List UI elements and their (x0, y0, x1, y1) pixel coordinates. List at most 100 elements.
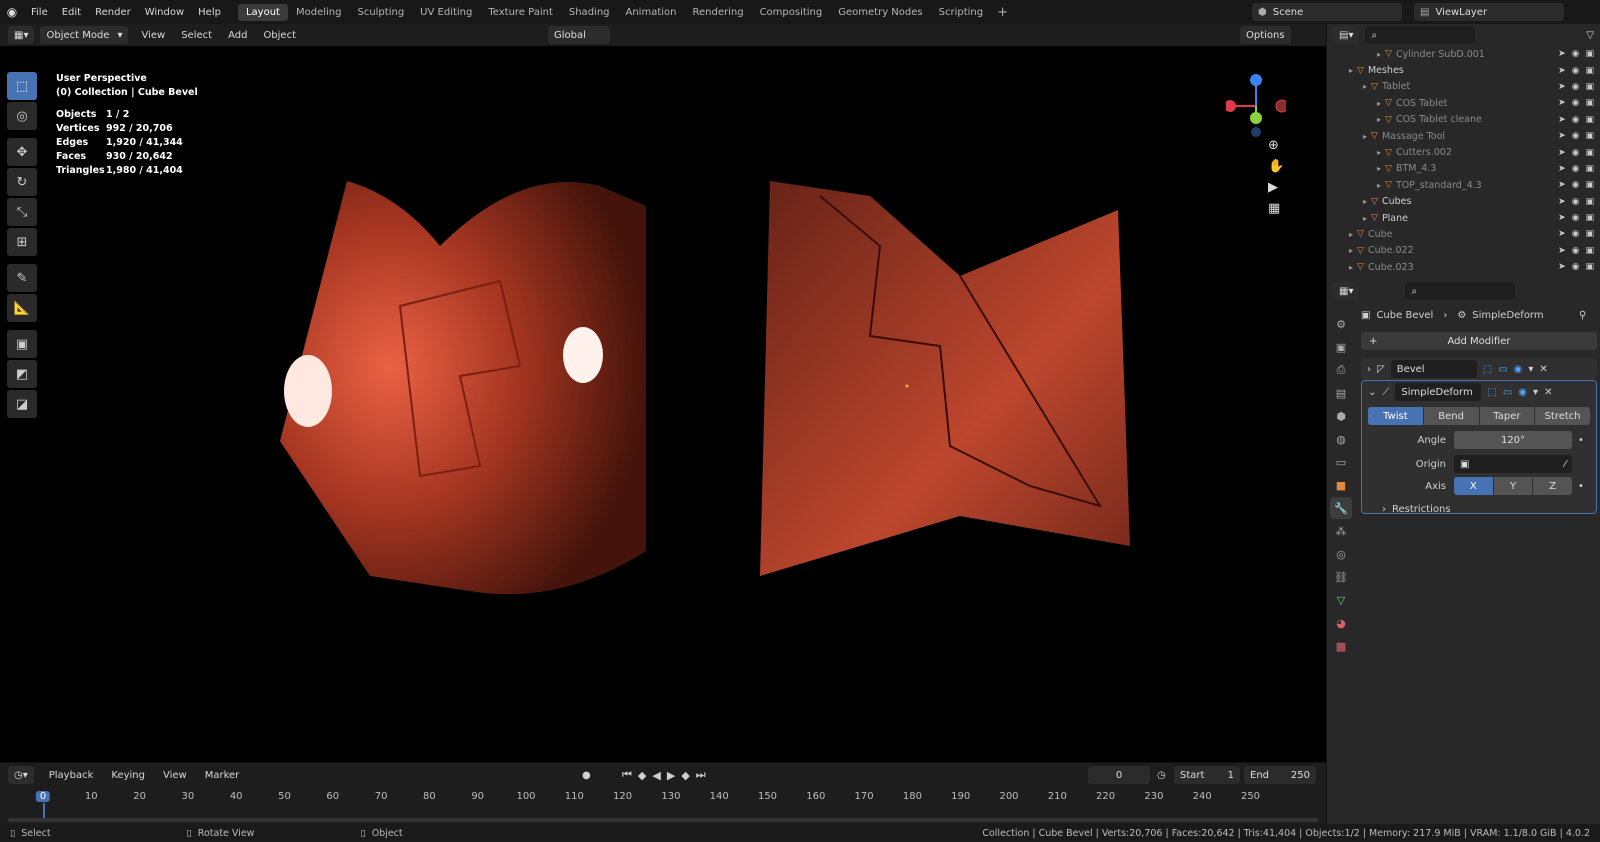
camera-icon[interactable]: ▣ (1585, 246, 1594, 256)
outliner-item[interactable]: ▸ ▽ TOP_standard_4.3 ➤ ◉ ▣ (1327, 177, 1600, 193)
scale-tool-icon[interactable]: ⤡ (7, 198, 37, 226)
annotate-tool-icon[interactable]: ✎ (7, 264, 37, 292)
axis-z[interactable]: Z (1533, 477, 1573, 495)
world-tab-icon[interactable]: ◍ (1330, 428, 1352, 450)
outliner-item[interactable]: ▸ ▽ Cylinder SubD.001 ➤ ◉ ▣ (1327, 46, 1600, 62)
camera-icon[interactable]: ▣ (1585, 262, 1594, 272)
deform-mode-twist[interactable]: Twist (1368, 407, 1423, 425)
view-layer-selector[interactable]: ▤ ViewLayer (1414, 3, 1564, 21)
tab-shading[interactable]: Shading (561, 4, 618, 21)
viewport-menu-add[interactable]: Add (221, 30, 254, 41)
axis-x[interactable]: X (1454, 477, 1493, 495)
outliner-item[interactable]: ▸ ▽ Cube.023 ➤ ◉ ▣ (1327, 259, 1600, 275)
bevel-name-field[interactable]: Bevel (1390, 360, 1477, 378)
select-toggle-icon[interactable]: ➤ (1558, 98, 1566, 108)
zoom-icon[interactable]: ⊕ (1268, 138, 1284, 153)
cursor-tool-icon[interactable]: ◎ (7, 102, 37, 130)
disclosure-triangle-icon[interactable]: ▸ (1377, 50, 1381, 59)
rect-tool-icon[interactable]: ◪ (7, 390, 37, 418)
move-tool-icon[interactable]: ✥ (7, 138, 37, 166)
select-toggle-icon[interactable]: ➤ (1558, 148, 1566, 158)
camera-icon[interactable]: ▣ (1585, 82, 1594, 92)
select-toggle-icon[interactable]: ➤ (1558, 213, 1566, 223)
particles-tab-icon[interactable]: ⁂ (1330, 520, 1352, 542)
camera-icon[interactable]: ▣ (1585, 197, 1594, 207)
select-toggle-icon[interactable]: ➤ (1558, 180, 1566, 190)
collection-tab-icon[interactable]: ▭ (1330, 451, 1352, 473)
grid-icon[interactable]: ▦ (1268, 201, 1284, 216)
disclosure-triangle-icon[interactable]: ▸ (1377, 99, 1381, 108)
close-icon[interactable]: ✕ (1539, 364, 1547, 375)
select-toggle-icon[interactable]: ➤ (1558, 66, 1566, 76)
disclosure-triangle-icon[interactable]: ▸ (1363, 82, 1367, 91)
data-tab-icon[interactable]: ▽ (1330, 589, 1352, 611)
angle-field[interactable]: 120° (1454, 431, 1572, 449)
eye-icon[interactable]: ◉ (1572, 98, 1580, 108)
outliner-item[interactable]: ▸ ▽ Massage Tool ➤ ◉ ▣ (1327, 128, 1600, 144)
render-toggle-icon[interactable]: ◉ (1514, 364, 1523, 375)
tab-layout[interactable]: Layout (237, 3, 288, 21)
eye-icon[interactable]: ◉ (1572, 246, 1580, 256)
scene-selector[interactable]: ⬢ Scene (1252, 3, 1402, 21)
measure-tool-icon[interactable]: 📐 (7, 294, 37, 322)
output-tab-icon[interactable]: ⎙ (1330, 359, 1352, 381)
eye-icon[interactable]: ◉ (1572, 82, 1580, 92)
disclosure-triangle-icon[interactable]: ▸ (1363, 132, 1367, 141)
disclosure-triangle-icon[interactable]: ▸ (1363, 214, 1367, 223)
filter-icon[interactable]: ▽ (1586, 30, 1594, 41)
menu-help[interactable]: Help (191, 7, 228, 18)
tab-uv-editing[interactable]: UV Editing (412, 4, 480, 21)
eye-icon[interactable]: ◉ (1572, 164, 1580, 174)
camera-icon[interactable]: ▶ (1268, 180, 1284, 195)
disclosure-triangle-icon[interactable]: ▸ (1349, 246, 1353, 255)
add-cube-tool-icon[interactable]: ▣ (7, 330, 37, 358)
timeline-scrollbar[interactable] (8, 818, 1318, 822)
select-toggle-icon[interactable]: ➤ (1558, 49, 1566, 59)
viewport-menu-view[interactable]: View (134, 30, 172, 41)
editmode-toggle-icon[interactable]: ⬚ (1487, 387, 1496, 398)
collapse-icon[interactable]: ⌄ (1368, 387, 1376, 398)
expand-icon[interactable]: › (1367, 364, 1371, 375)
disclosure-triangle-icon[interactable]: ▸ (1363, 197, 1367, 206)
outliner-editor-type[interactable]: ▤▾ (1333, 26, 1360, 44)
transform-orientation-selector[interactable]: Global (548, 26, 610, 44)
mode-selector[interactable]: Object Mode ▾ (40, 26, 129, 44)
outliner-item[interactable]: ▸ ▽ Cube.022 ➤ ◉ ▣ (1327, 243, 1600, 259)
tab-geometry-nodes[interactable]: Geometry Nodes (830, 4, 930, 21)
simpledeform-name-field[interactable]: SimpleDeform (1395, 383, 1482, 401)
3d-viewport[interactable]: ⊕ ✋ ▶ ▦ (0, 46, 1326, 762)
tab-texture-paint[interactable]: Texture Paint (480, 4, 561, 21)
select-toggle-icon[interactable]: ➤ (1558, 246, 1566, 256)
eye-icon[interactable]: ◉ (1572, 213, 1580, 223)
scene-tab-icon[interactable]: ⬢ (1330, 405, 1352, 427)
chevron-down-icon[interactable]: ▾ (1533, 387, 1538, 398)
menu-file[interactable]: File (24, 7, 55, 18)
tab-modeling[interactable]: Modeling (288, 4, 350, 21)
eye-icon[interactable]: ◉ (1572, 66, 1580, 76)
camera-icon[interactable]: ▣ (1585, 115, 1594, 125)
outliner-item[interactable]: ▸ ▽ Meshes ➤ ◉ ▣ (1327, 62, 1600, 78)
select-toggle-icon[interactable]: ➤ (1558, 131, 1566, 141)
axis-y[interactable]: Y (1493, 477, 1533, 495)
chevron-down-icon[interactable]: ▾ (1528, 364, 1533, 375)
camera-icon[interactable]: ▣ (1585, 213, 1594, 223)
disclosure-triangle-icon[interactable]: ▸ (1349, 230, 1353, 239)
camera-icon[interactable]: ▣ (1585, 180, 1594, 190)
eye-icon[interactable]: ◉ (1572, 131, 1580, 141)
add-modifier-button[interactable]: + Add Modifier (1361, 332, 1597, 350)
transform-tool-icon[interactable]: ⊞ (7, 228, 37, 256)
viewport-toggle-icon[interactable]: ▭ (1498, 364, 1507, 375)
tab-compositing[interactable]: Compositing (752, 4, 831, 21)
viewport-menu-select[interactable]: Select (174, 30, 219, 41)
origin-field[interactable]: ▣ ⁄ (1454, 455, 1572, 473)
disclosure-triangle-icon[interactable]: ▸ (1377, 115, 1381, 124)
eye-icon[interactable]: ◉ (1572, 229, 1580, 239)
menu-render[interactable]: Render (88, 7, 138, 18)
disclosure-triangle-icon[interactable]: ▸ (1349, 263, 1353, 272)
properties-editor-type[interactable]: ▦▾ (1333, 282, 1360, 300)
disclosure-triangle-icon[interactable]: ▸ (1377, 148, 1381, 157)
modifier-tab-icon[interactable]: 🔧 (1330, 497, 1352, 519)
tab-scripting[interactable]: Scripting (931, 4, 991, 21)
eye-icon[interactable]: ◉ (1572, 49, 1580, 59)
outliner-search-input[interactable]: ⌕ (1365, 26, 1476, 44)
